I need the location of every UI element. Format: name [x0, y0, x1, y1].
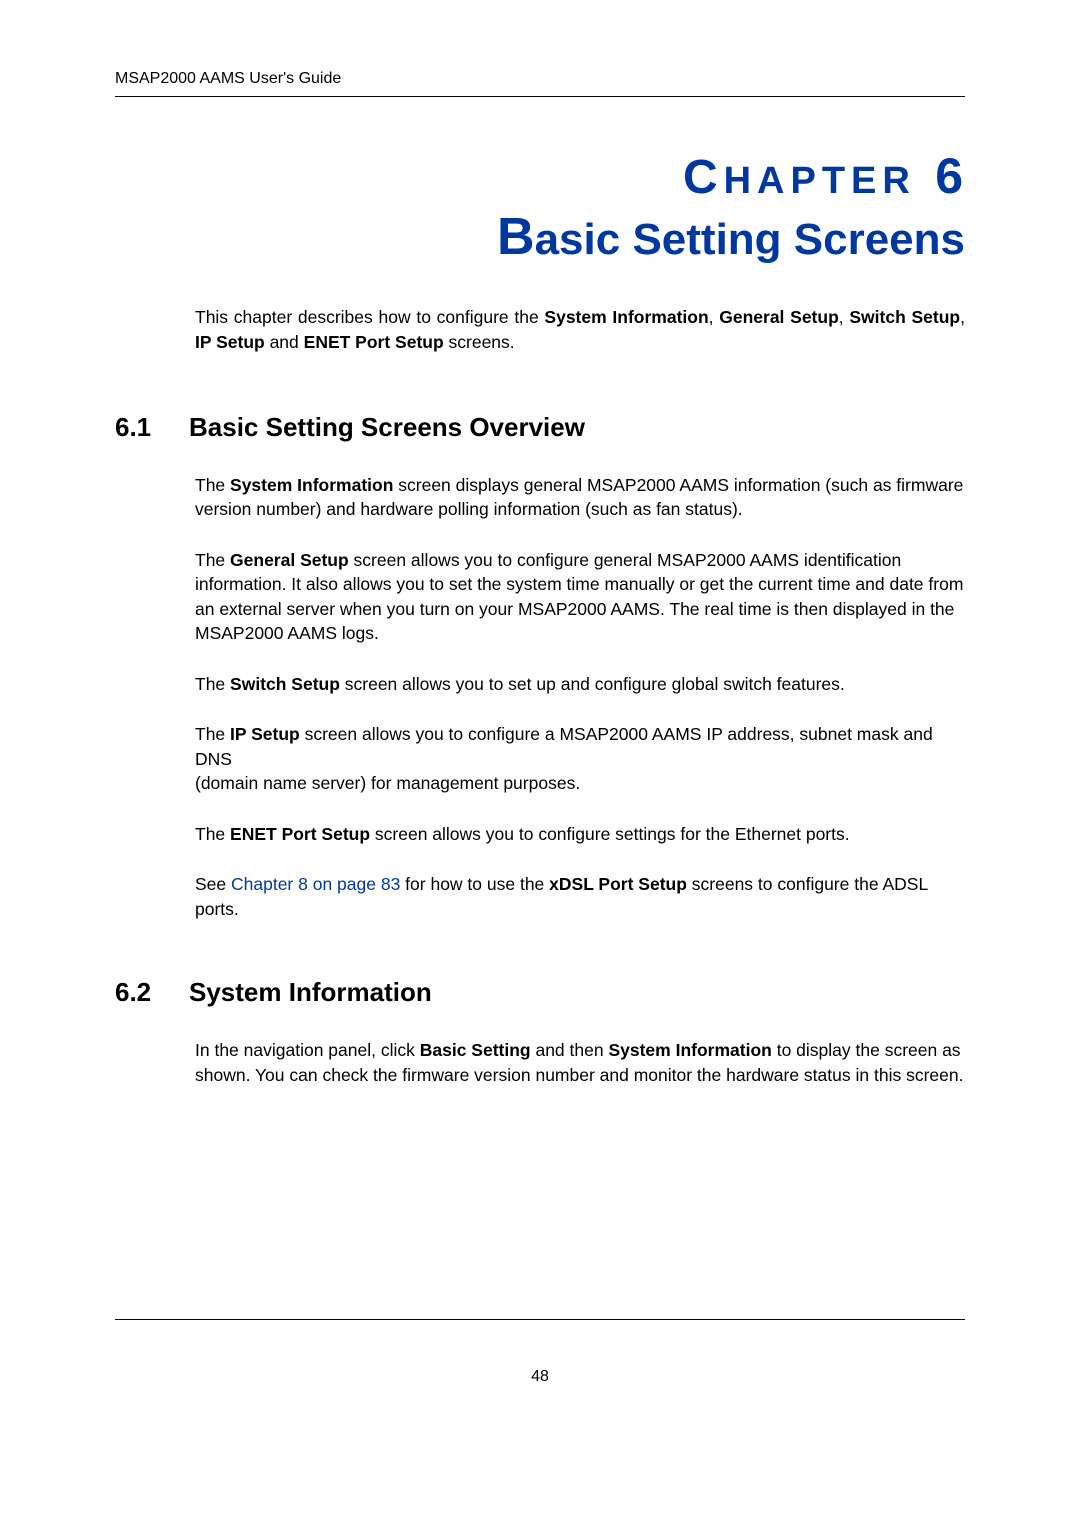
- paragraph: The System Information screen displays g…: [195, 473, 965, 522]
- bold-text: General Setup: [230, 550, 349, 570]
- text: The: [195, 475, 230, 495]
- bold-text: System Information: [608, 1040, 771, 1060]
- bold-text: System Information: [230, 475, 393, 495]
- text: ports.: [195, 899, 239, 919]
- running-head: MSAP2000 AAMS User's Guide: [115, 70, 965, 97]
- paragraph: In the navigation panel, click Basic Set…: [195, 1038, 965, 1087]
- paragraph: The General Setup screen allows you to c…: [195, 548, 965, 646]
- bold-text: xDSL Port Setup: [549, 874, 687, 894]
- chapter-label-firstletter: C: [683, 151, 724, 204]
- section-number: 6.2: [115, 977, 163, 1008]
- section-number: 6.1: [115, 412, 163, 443]
- intro-bold-5: ENET Port Setup: [304, 332, 444, 352]
- intro-bold-3: Switch Setup: [849, 307, 960, 327]
- text: screens to configure the ADSL: [687, 874, 928, 894]
- chapter-label-rest: HAPTER: [724, 160, 916, 202]
- intro-bold-2: General Setup: [719, 307, 839, 327]
- text: screen allows you to configure a MSAP200…: [195, 724, 933, 769]
- cross-reference-link[interactable]: Chapter 8 on page 83: [231, 874, 400, 894]
- chapter-title: Basic Setting Screens: [115, 207, 965, 267]
- text: (domain name server) for management purp…: [195, 773, 580, 793]
- intro-bold-1: System Information: [544, 307, 708, 327]
- page-number: 48: [0, 1368, 1080, 1386]
- section-title: System Information: [189, 977, 432, 1008]
- chapter-number: 6: [935, 148, 965, 204]
- chapter-label-space: [916, 151, 935, 204]
- text: The: [195, 674, 230, 694]
- text: and then: [531, 1040, 609, 1060]
- section-heading-6-2: 6.2 System Information: [115, 977, 965, 1008]
- intro-text: This chapter describes how to configure …: [195, 307, 544, 327]
- chapter-title-firstletter: B: [497, 208, 535, 266]
- bold-text: Switch Setup: [230, 674, 340, 694]
- text: The: [195, 550, 230, 570]
- text: The: [195, 824, 230, 844]
- intro-bold-4: IP Setup: [195, 332, 265, 352]
- bold-text: ENET Port Setup: [230, 824, 370, 844]
- chapter-label: CHAPTER 6: [115, 147, 965, 205]
- text: screen allows you to set up and configur…: [340, 674, 845, 694]
- paragraph: The IP Setup screen allows you to config…: [195, 722, 965, 796]
- text: for how to use the: [400, 874, 549, 894]
- text: The: [195, 724, 230, 744]
- intro-text: screens.: [444, 332, 515, 352]
- footer-rule: [115, 1319, 965, 1320]
- document-page: MSAP2000 AAMS User's Guide CHAPTER 6 Bas…: [0, 0, 1080, 1087]
- text: screen allows you to configure settings …: [370, 824, 850, 844]
- paragraph: The Switch Setup screen allows you to se…: [195, 672, 965, 697]
- chapter-title-rest: asic Setting Screens: [535, 215, 965, 264]
- section-heading-6-1: 6.1 Basic Setting Screens Overview: [115, 412, 965, 443]
- text: See: [195, 874, 231, 894]
- bold-text: Basic Setting: [420, 1040, 531, 1060]
- intro-sep: ,: [709, 307, 720, 327]
- intro-sep: and: [265, 332, 304, 352]
- section-title: Basic Setting Screens Overview: [189, 412, 585, 443]
- text: In the navigation panel, click: [195, 1040, 420, 1060]
- paragraph: See Chapter 8 on page 83 for how to use …: [195, 872, 965, 921]
- intro-sep: ,: [839, 307, 850, 327]
- paragraph: The ENET Port Setup screen allows you to…: [195, 822, 965, 847]
- chapter-intro: This chapter describes how to configure …: [195, 305, 965, 356]
- intro-sep: ,: [960, 307, 965, 327]
- bold-text: IP Setup: [230, 724, 300, 744]
